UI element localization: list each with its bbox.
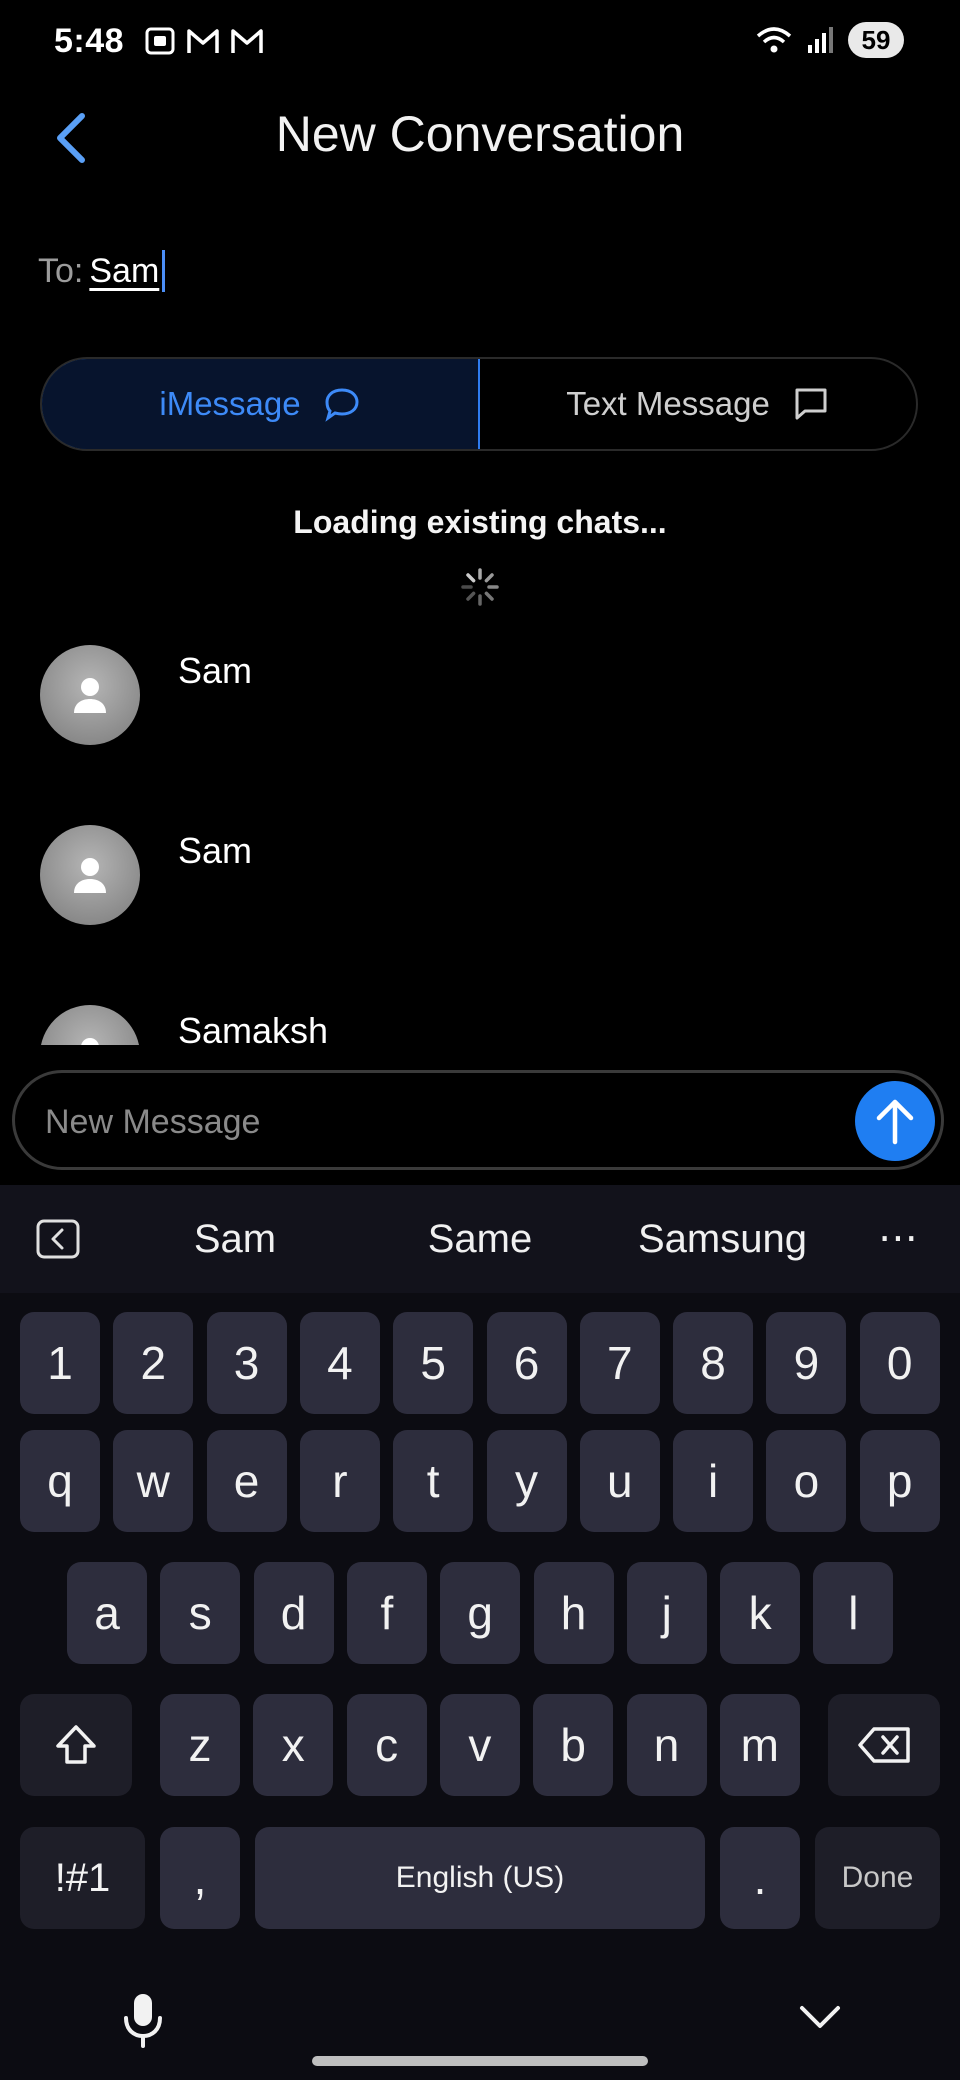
symbols-key[interactable]: !#1 — [20, 1827, 145, 1929]
key-9[interactable]: 9 — [766, 1312, 847, 1414]
signal-icon — [808, 27, 833, 53]
key-l[interactable]: l — [813, 1562, 894, 1664]
recipient-input[interactable]: Sam — [89, 252, 159, 291]
key-x[interactable]: x — [253, 1694, 334, 1796]
contact-row[interactable]: Samaksh — [0, 990, 960, 1045]
screenshot-icon — [145, 27, 175, 55]
microphone-icon[interactable] — [118, 1990, 168, 2050]
imessage-tab[interactable]: iMessage — [42, 359, 480, 449]
key-1[interactable]: 1 — [20, 1312, 100, 1414]
key-o[interactable]: o — [766, 1430, 847, 1532]
home-indicator — [312, 2056, 648, 2066]
key-u[interactable]: u — [579, 1430, 660, 1532]
loading-spinner-icon — [461, 568, 499, 606]
space-key[interactable]: English (US) — [255, 1827, 705, 1929]
message-type-toggle: iMessage Text Message — [40, 357, 918, 451]
key-j[interactable]: j — [626, 1562, 707, 1664]
person-icon — [81, 1038, 99, 1045]
done-key[interactable]: Done — [815, 1827, 940, 1929]
battery-indicator: 59 — [848, 22, 904, 58]
key-g[interactable]: g — [440, 1562, 521, 1664]
shift-key[interactable] — [20, 1694, 132, 1796]
suggestion-bar: Sam Same Samsung ⋯ — [0, 1185, 960, 1293]
keyboard-bottom-bar — [0, 1960, 960, 2080]
key-i[interactable]: i — [673, 1430, 754, 1532]
toolbar-toggle-icon[interactable] — [36, 1219, 80, 1259]
key-n[interactable]: n — [626, 1694, 707, 1796]
key-6[interactable]: 6 — [486, 1312, 567, 1414]
text-message-label: Text Message — [566, 385, 770, 422]
contact-row[interactable]: Sam — [0, 810, 960, 990]
key-h[interactable]: h — [533, 1562, 614, 1664]
key-2[interactable]: 2 — [113, 1312, 194, 1414]
key-e[interactable]: e — [206, 1430, 287, 1532]
gmail-icon — [187, 29, 219, 53]
text-message-tab[interactable]: Text Message — [480, 359, 916, 449]
arrow-up-icon — [876, 1099, 914, 1145]
avatar — [40, 1005, 140, 1045]
key-r[interactable]: r — [299, 1430, 380, 1532]
wifi-icon — [756, 27, 792, 53]
backspace-icon — [858, 1727, 910, 1763]
key-s[interactable]: s — [160, 1562, 241, 1664]
key-p[interactable]: p — [859, 1430, 940, 1532]
key-5[interactable]: 5 — [393, 1312, 474, 1414]
key-d[interactable]: d — [253, 1562, 334, 1664]
key-w[interactable]: w — [113, 1430, 194, 1532]
loading-text: Loading existing chats... — [293, 504, 667, 540]
message-square-icon — [795, 388, 827, 420]
contact-list: Sam Sam Samaksh — [0, 630, 960, 1045]
contact-name: Samaksh — [178, 1010, 329, 1045]
status-time: 5:48 — [54, 22, 125, 60]
chat-bubble-icon — [324, 388, 359, 422]
message-input[interactable] — [43, 1093, 837, 1151]
shift-icon — [56, 1725, 96, 1764]
more-suggestions-button[interactable]: ⋯ — [878, 1215, 920, 1261]
period-key[interactable]: . — [720, 1827, 800, 1929]
key-3[interactable]: 3 — [206, 1312, 287, 1414]
contact-row[interactable]: Sam — [0, 630, 960, 810]
page-title: New Conversation — [275, 106, 685, 162]
message-composer — [12, 1070, 944, 1170]
key-z[interactable]: z — [160, 1694, 240, 1796]
key-y[interactable]: y — [486, 1430, 567, 1532]
key-b[interactable]: b — [533, 1694, 614, 1796]
key-q[interactable]: q — [20, 1430, 100, 1532]
suggestion-item[interactable]: Same — [385, 1185, 575, 1293]
status-system-icons: 59 — [754, 22, 904, 58]
gmail-icon — [231, 29, 263, 53]
key-f[interactable]: f — [346, 1562, 427, 1664]
avatar — [40, 645, 140, 745]
key-4[interactable]: 4 — [299, 1312, 380, 1414]
key-0[interactable]: 0 — [859, 1312, 940, 1414]
key-k[interactable]: k — [720, 1562, 801, 1664]
avatar — [40, 825, 140, 925]
contact-name: Sam — [178, 650, 253, 691]
keyboard: Sam Same Samsung ⋯ 1234567890 qwertyuiop… — [0, 1185, 960, 2080]
chevron-down-icon[interactable] — [796, 2000, 844, 2036]
key-a[interactable]: a — [67, 1562, 147, 1664]
comma-key[interactable]: , — [160, 1827, 240, 1929]
status-notification-icons — [144, 26, 264, 56]
imessage-label: iMessage — [159, 385, 301, 422]
key-8[interactable]: 8 — [673, 1312, 754, 1414]
send-button[interactable] — [855, 1081, 935, 1161]
key-t[interactable]: t — [393, 1430, 474, 1532]
person-icon — [74, 858, 106, 893]
key-7[interactable]: 7 — [579, 1312, 660, 1414]
contact-name: Sam — [178, 830, 253, 871]
text-caret — [162, 250, 166, 292]
key-v[interactable]: v — [439, 1694, 520, 1796]
key-c[interactable]: c — [346, 1694, 427, 1796]
backspace-key[interactable] — [828, 1694, 940, 1796]
suggestion-item[interactable]: Samsung — [620, 1185, 825, 1293]
key-m[interactable]: m — [719, 1694, 800, 1796]
person-icon — [74, 678, 106, 713]
suggestion-item[interactable]: Sam — [140, 1185, 330, 1293]
recipient-field[interactable]: To: Sam — [38, 250, 166, 292]
recipient-label: To: — [38, 251, 84, 290]
